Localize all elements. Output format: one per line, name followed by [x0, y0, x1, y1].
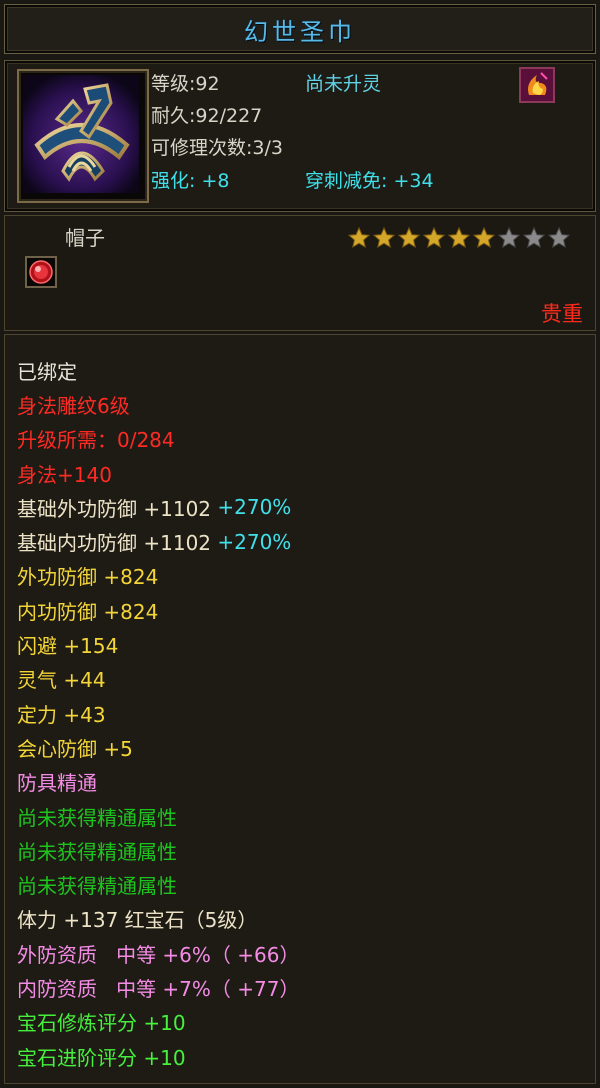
- attribute-line: 内功防御 +824: [17, 593, 299, 627]
- attribute-text: 宝石进阶评分 +10: [17, 1045, 186, 1070]
- item-type: 帽子: [65, 226, 105, 250]
- attribute-line: 身法+140: [17, 456, 299, 490]
- level-label: 等级:92: [151, 73, 220, 95]
- repair-count: 可修理次数:3/3: [151, 137, 283, 159]
- attribute-text: +270%: [217, 529, 292, 554]
- attribute-line: 闪避 +154: [17, 627, 299, 661]
- enhance-level: 强化: +8: [151, 170, 230, 192]
- item-title-bar: 幻世圣巾: [4, 4, 596, 54]
- headband-icon: [23, 75, 139, 193]
- attribute-text: 宝石修炼评分 +10: [17, 1011, 186, 1036]
- attribute-text: 身法+140: [17, 462, 112, 487]
- star-empty-icon: [497, 226, 521, 249]
- durability: 耐久:92/227: [151, 105, 263, 127]
- attribute-text: 体力 +137 红宝石（5级）: [17, 908, 258, 933]
- soul-status: 尚未升灵: [305, 73, 382, 95]
- star-filled-icon: [372, 226, 396, 249]
- attribute-text: 身法雕纹6级: [17, 393, 130, 418]
- attribute-line: 宝石修炼评分 +10: [17, 1005, 299, 1039]
- star-filled-icon: [422, 226, 446, 249]
- attribute-line: 尚未获得精通属性: [17, 799, 299, 833]
- attribute-text: 尚未获得精通属性: [17, 839, 177, 864]
- attribute-line: 外防资质 中等 +6%（ +66）: [17, 936, 299, 970]
- star-filled-icon: [347, 226, 371, 249]
- attribute-line: 升级所需：0/284: [17, 422, 299, 456]
- rarity-label: 贵重: [541, 302, 583, 326]
- star-filled-icon: [472, 226, 496, 249]
- item-header: 等级:92 尚未升灵 耐久:92/227 可修理次数:3/3 强化: +8 穿刺…: [4, 60, 596, 212]
- attribute-line: 身法雕纹6级: [17, 387, 299, 421]
- star-rating: [347, 226, 571, 250]
- pierce-reduction: 穿刺减免: +34: [305, 170, 434, 192]
- star-filled-icon: [397, 226, 421, 249]
- star-empty-icon: [522, 226, 546, 249]
- attribute-line: 外功防御 +824: [17, 559, 299, 593]
- item-name: 幻世圣巾: [244, 17, 356, 46]
- attribute-text: 基础内功防御 +1102: [17, 531, 218, 556]
- attribute-text: 内功防御 +824: [17, 599, 159, 624]
- attribute-line: 灵气 +44: [17, 662, 299, 696]
- attribute-line: 基础外功防御 +1102 +270%: [17, 490, 299, 524]
- attribute-line: 已绑定: [17, 353, 299, 387]
- attribute-list: 已绑定身法雕纹6级升级所需：0/284 身法+140 基础外功防御 +1102 +2…: [17, 353, 299, 1073]
- attribute-line: 宝石进阶评分 +10: [17, 1039, 299, 1073]
- attribute-text: 会心防御 +5: [17, 736, 133, 761]
- star-filled-icon: [447, 226, 471, 249]
- attribute-text: 尚未获得精通属性: [17, 874, 177, 899]
- attribute-text: 尚未获得精通属性: [17, 805, 177, 830]
- attribute-text: 已绑定: [17, 359, 77, 384]
- soul-flame-icon[interactable]: [519, 67, 555, 103]
- item-subinfo: 帽子 贵重: [4, 215, 596, 331]
- star-empty-icon: [547, 226, 571, 249]
- attribute-text: 防具精通: [17, 771, 97, 796]
- attribute-text: +270%: [217, 495, 292, 520]
- attribute-line: 会心防御 +5: [17, 730, 299, 764]
- attribute-text: 闪避 +154: [17, 634, 119, 659]
- attribute-text: 灵气 +44: [17, 668, 106, 693]
- attribute-line: 体力 +137 红宝石（5级）: [17, 902, 299, 936]
- attribute-text: 定力 +43: [17, 702, 106, 727]
- item-icon-frame[interactable]: [17, 69, 149, 203]
- attribute-text: 外防资质 中等 +6%（ +66）: [17, 942, 300, 967]
- attribute-line: 内防资质 中等 +7%（ +77）: [17, 970, 299, 1004]
- attribute-line: 定力 +43: [17, 696, 299, 730]
- attribute-line: 尚未获得精通属性: [17, 833, 299, 867]
- red-gem-icon: [29, 260, 53, 284]
- attribute-text: 内防资质 中等 +7%（ +77）: [17, 976, 300, 1001]
- gem-slot[interactable]: [25, 256, 57, 288]
- attribute-text: 外功防御 +824: [17, 565, 159, 590]
- attribute-text: 基础外功防御 +1102: [17, 496, 218, 521]
- attribute-line: 防具精通: [17, 765, 299, 799]
- attribute-line: 基础内功防御 +1102 +270%: [17, 524, 299, 558]
- attribute-text: 升级所需：0/284: [17, 428, 175, 453]
- attribute-line: 尚未获得精通属性: [17, 867, 299, 901]
- attribute-panel: 已绑定身法雕纹6级升级所需：0/284 身法+140 基础外功防御 +1102 +2…: [4, 334, 596, 1084]
